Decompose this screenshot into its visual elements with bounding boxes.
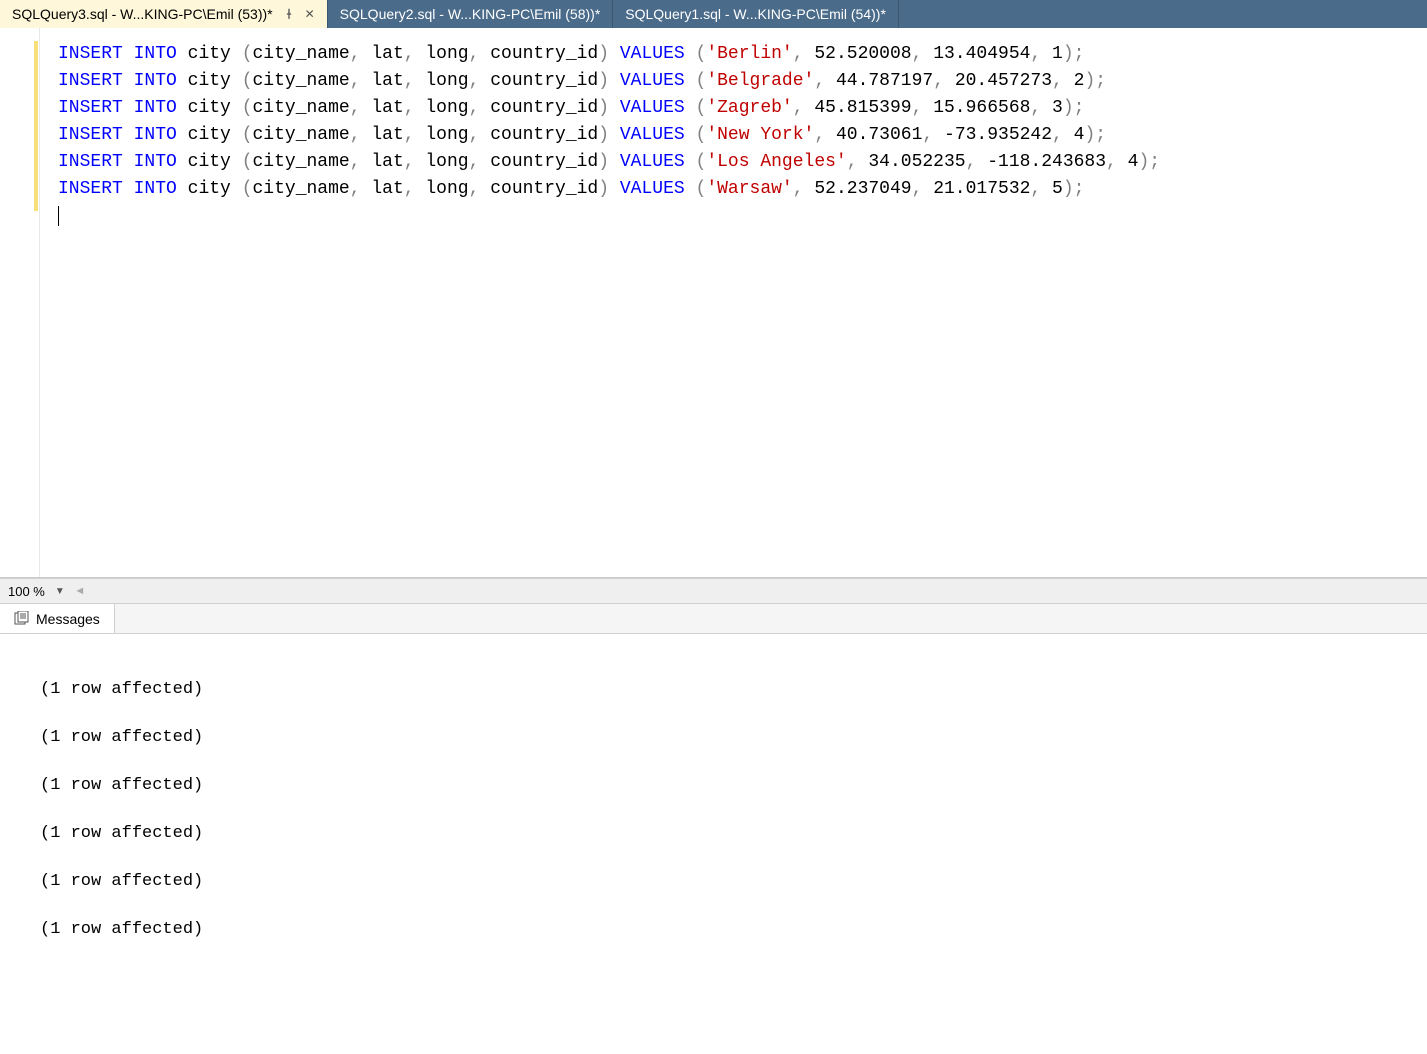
editor-gutter [0, 28, 40, 577]
tab-sqlquery2[interactable]: SQLQuery2.sql - W...KING-PC\Emil (58))* [328, 0, 614, 28]
message-line: (1 row affected) [40, 666, 1427, 714]
change-marker [34, 41, 38, 211]
message-line: (1 row affected) [40, 858, 1427, 906]
message-line: (1 row affected) [40, 906, 1427, 954]
tab-label: SQLQuery1.sql - W...KING-PC\Emil (54))* [625, 6, 886, 22]
scroll-left-icon[interactable]: ◄ [71, 585, 89, 597]
tab-messages[interactable]: Messages [0, 604, 115, 633]
tab-label: SQLQuery3.sql - W...KING-PC\Emil (53))* [12, 6, 273, 22]
zoom-toolbar: 100 % ▼ ◄ [0, 578, 1427, 604]
zoom-level: 100 % [4, 584, 49, 599]
sql-editor: INSERT INTO city (city_name, lat, long, … [0, 28, 1427, 578]
document-tab-bar: SQLQuery3.sql - W...KING-PC\Emil (53))* … [0, 0, 1427, 28]
close-icon[interactable]: ✕ [305, 7, 315, 21]
results-tab-bar: Messages [0, 604, 1427, 634]
messages-icon [14, 611, 30, 627]
message-line: (1 row affected) [40, 714, 1427, 762]
message-line: (1 row affected) [40, 762, 1427, 810]
tab-label: SQLQuery2.sql - W...KING-PC\Emil (58))* [340, 6, 601, 22]
text-caret [58, 206, 59, 226]
results-tab-label: Messages [36, 611, 100, 627]
tab-sqlquery1[interactable]: SQLQuery1.sql - W...KING-PC\Emil (54))* [613, 0, 899, 28]
messages-output[interactable]: (1 row affected)(1 row affected)(1 row a… [0, 634, 1427, 1054]
pin-icon[interactable] [283, 8, 295, 20]
message-line: (1 row affected) [40, 810, 1427, 858]
zoom-dropdown-icon[interactable]: ▼ [49, 586, 71, 597]
code-editor[interactable]: INSERT INTO city (city_name, lat, long, … [40, 28, 1427, 577]
tab-sqlquery3[interactable]: SQLQuery3.sql - W...KING-PC\Emil (53))* … [0, 0, 328, 28]
